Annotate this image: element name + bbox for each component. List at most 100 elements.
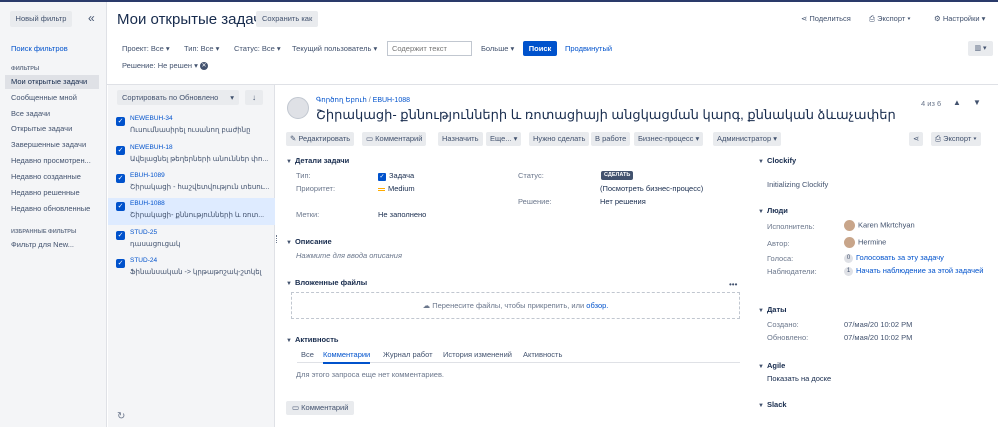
- type-filter[interactable]: Тип: Все ▾: [184, 44, 219, 53]
- description-section-heading[interactable]: ▼ Описание: [286, 237, 332, 246]
- comment-button[interactable]: ▭ Комментарий: [362, 132, 427, 146]
- chevron-down-icon: ▼: [286, 338, 292, 344]
- created-label: Создано:: [767, 320, 799, 329]
- sidebar-item-reported[interactable]: Сообщенные мной: [5, 91, 99, 105]
- sidebar-item-updated[interactable]: Недавно обновленные: [5, 202, 99, 216]
- sidebar-item-all[interactable]: Все задачи: [5, 107, 99, 121]
- upload-cloud-icon: ☁: [422, 301, 433, 310]
- user-filter[interactable]: Текущий пользователь ▾: [292, 44, 377, 53]
- chevron-down-icon: ▼: [286, 281, 292, 287]
- sort-dropdown[interactable]: Сортировать по Обновлено ▾: [117, 90, 239, 105]
- list-item[interactable]: ✓ NEWEBUH-18 Ավելացնել թեղերների անուննե…: [108, 142, 275, 169]
- workflow-link[interactable]: (Посмотреть бизнес-процесс): [600, 184, 703, 193]
- tab-activity[interactable]: Активность: [523, 350, 562, 359]
- sidebar-item-favorite[interactable]: Фильтр для New...: [5, 238, 99, 252]
- updated-value: 07/мая/20 10:02 PM: [844, 333, 913, 342]
- advanced-link[interactable]: Продвинутый: [565, 44, 612, 53]
- clockify-section-heading[interactable]: ▼ Clockify: [758, 156, 796, 165]
- tab-all[interactable]: Все: [301, 350, 314, 359]
- vote-link[interactable]: Голосовать за эту задачу: [856, 253, 944, 262]
- list-item[interactable]: ✓ STUD-25 դասացուցակ: [108, 227, 275, 254]
- assignee-label: Исполнитель:: [767, 222, 815, 231]
- chevron-down-icon: ▼: [286, 240, 292, 246]
- list-item[interactable]: ✓ EBUH-1089 Շիրակացի - հաշվետվություն տե…: [108, 170, 275, 197]
- dates-section-heading[interactable]: ▼ Даты: [758, 305, 787, 314]
- activity-section-heading[interactable]: ▼ Активность: [286, 335, 339, 344]
- new-filter-button[interactable]: Новый фильтр: [10, 11, 72, 27]
- layout-toggle-button[interactable]: ▥ ▾: [968, 41, 993, 56]
- more-button[interactable]: Еще... ▾: [486, 132, 522, 146]
- search-button[interactable]: Поиск: [523, 41, 557, 56]
- details-section-heading[interactable]: ▼ Детали задачи: [286, 156, 349, 165]
- resolution-label: Решение:: [518, 197, 552, 206]
- more-filter[interactable]: Больше ▾: [481, 44, 514, 53]
- show-on-board-link[interactable]: Показать на доске: [767, 374, 831, 383]
- sidebar-item-my-open[interactable]: Мои открытые задачи: [5, 75, 99, 89]
- slack-section-heading[interactable]: ▼ Slack: [758, 400, 787, 409]
- labels-value[interactable]: Не заполнено: [378, 210, 426, 219]
- next-issue-icon[interactable]: ▼: [973, 98, 981, 107]
- export-button[interactable]: ⎙ Экспорт ▾: [869, 14, 911, 24]
- task-type-icon: ✓: [378, 173, 386, 181]
- no-comments-text: Для этого запроса еще нет комментариев.: [296, 370, 445, 379]
- share-issue-button[interactable]: ⋖: [909, 132, 924, 146]
- share-icon: ⋖: [913, 134, 920, 143]
- assignee-value[interactable]: Karen Mkrtchyan: [844, 220, 915, 231]
- refresh-icon[interactable]: ↻: [117, 411, 125, 422]
- tab-comments[interactable]: Комментарии: [323, 350, 371, 364]
- previous-issue-icon[interactable]: ▲: [953, 98, 961, 107]
- comment-icon: ▭: [292, 403, 302, 412]
- attachments-section-heading[interactable]: ▼ Вложенные файлы: [286, 278, 367, 287]
- text-search-input[interactable]: [387, 41, 472, 56]
- edit-button[interactable]: ✎ Редактировать: [286, 132, 355, 146]
- agile-section-heading[interactable]: ▼ Agile: [758, 361, 785, 370]
- description-field[interactable]: Нажмите для ввода описания: [296, 251, 402, 260]
- issue-summary: Ավելացնել թեղերների անուններ փո...: [130, 156, 269, 163]
- resize-handle[interactable]: [276, 235, 278, 243]
- issue-title[interactable]: Շիրակացի- քննությունների և ռոտացիայի անց…: [316, 107, 896, 123]
- list-item[interactable]: ✓ STUD-24 Ֆինանսական -> կրթաթոշակ-շտկել: [108, 255, 275, 282]
- sidebar-item-viewed[interactable]: Недавно просмотрен...: [5, 154, 99, 168]
- browse-link[interactable]: обзор.: [586, 301, 608, 310]
- sidebar-item-created[interactable]: Недавно созданные: [5, 170, 99, 184]
- settings-button[interactable]: ⚙ Настройки ▾: [934, 14, 985, 23]
- list-item-selected[interactable]: ✓ EBUH-1088 Շիրակացի- քննությունների և ռ…: [108, 198, 275, 225]
- todo-button[interactable]: Нужно сделать: [529, 132, 590, 146]
- search-filters-link[interactable]: Поиск фильтров: [11, 44, 68, 53]
- attachment-dropzone[interactable]: ☁ Перенесите файлы, чтобы прикрепить, ил…: [291, 292, 740, 319]
- sidebar-item-done[interactable]: Завершенные задачи: [5, 138, 99, 152]
- watch-link[interactable]: Начать наблюдение за этой задачей: [856, 266, 983, 275]
- tab-worklog[interactable]: Журнал работ: [383, 350, 433, 359]
- top-bar: [0, 0, 998, 2]
- save-as-button[interactable]: Сохранить как: [256, 11, 319, 27]
- sort-direction-button[interactable]: ↓: [245, 90, 263, 105]
- workflow-button[interactable]: Бизнес-процесс ▾: [634, 132, 704, 146]
- share-button[interactable]: ⋖ Поделиться: [801, 14, 851, 23]
- resolution-filter[interactable]: Решение: Не решен ▾ ✕: [122, 61, 208, 71]
- add-comment-button[interactable]: ▭ Комментарий: [286, 401, 355, 415]
- export-issue-button[interactable]: ⎙ Экспорт ▾: [931, 132, 981, 146]
- reporter-value[interactable]: Hermine: [844, 237, 886, 248]
- tab-history[interactable]: История изменений: [443, 350, 512, 359]
- status-filter[interactable]: Статус: Все ▾: [234, 44, 281, 53]
- issue-summary: դասացուցակ: [130, 241, 181, 248]
- resolution-value: Нет решения: [600, 197, 646, 206]
- issue-position: 4 из 6: [921, 99, 942, 108]
- people-section-heading[interactable]: ▼ Люди: [758, 206, 788, 215]
- collapse-sidebar-icon[interactable]: «: [88, 11, 95, 25]
- project-filter[interactable]: Проект: Все ▾: [122, 44, 170, 53]
- more-options-icon[interactable]: •••: [729, 280, 737, 289]
- in-progress-button[interactable]: В работе: [591, 132, 631, 146]
- admin-button[interactable]: Администратор ▾: [713, 132, 781, 146]
- clear-icon[interactable]: ✕: [199, 62, 208, 71]
- assign-button[interactable]: Назначить: [438, 132, 483, 146]
- sidebar-item-resolved[interactable]: Недавно решенные: [5, 186, 99, 200]
- list-item[interactable]: ✓ NEWEBUH-34 Ուսումնասիրել ուսանող բաժին…: [108, 113, 275, 140]
- chevron-down-icon: ▾: [693, 134, 700, 143]
- created-value: 07/мая/20 10:02 PM: [844, 320, 913, 329]
- chevron-down-icon: ▾: [192, 61, 200, 70]
- chevron-down-icon: ▼: [286, 159, 292, 165]
- avatar: [844, 220, 855, 231]
- sidebar-item-open[interactable]: Открытые задачи: [5, 122, 99, 136]
- issue-key: NEWEBUH-34: [130, 115, 173, 122]
